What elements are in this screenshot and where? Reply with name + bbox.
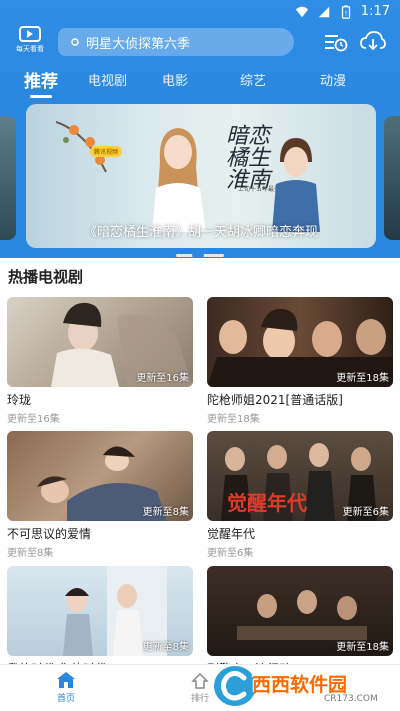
drama-update: 更新至8集 xyxy=(7,548,54,559)
drama-thumbnail[interactable]: 更新至8集 xyxy=(7,431,193,521)
episode-badge: 更新至8集 xyxy=(142,642,189,653)
banner-prev-peek[interactable] xyxy=(0,116,16,240)
tab-tv[interactable]: 电视剧 xyxy=(88,70,127,89)
app-logo-text: 每天看看 xyxy=(16,45,44,53)
category-tabs: 推荐 电视剧 电影 综艺 动漫 xyxy=(0,64,400,100)
drama-title[interactable]: 玲珑 xyxy=(7,391,193,408)
banner-actress-figure xyxy=(152,128,206,232)
carousel-active-dot xyxy=(192,254,204,257)
drama-thumbnail[interactable]: 更新至8集 xyxy=(7,566,193,656)
poster-title-text: 觉醒年代 xyxy=(227,491,307,515)
banner-carousel[interactable]: 腾讯视频 暗恋橘生淮南 上旬十五年最美暗恋 《暗恋橘生淮南》胡一天胡冰卿暗恋奔现 xyxy=(0,104,400,248)
banner-calligraphy-title: 暗恋橘生淮南 xyxy=(226,124,271,193)
episode-badge: 更新至16集 xyxy=(136,373,189,384)
drama-card[interactable]: 更新至18集 刑警之一流行动 xyxy=(207,566,393,677)
search-placeholder: 明星大侦探第六季 xyxy=(86,36,191,52)
battery-icon: ! xyxy=(341,4,350,19)
app-bar: 每天看看 明星大侦探第六季 xyxy=(0,26,400,60)
tv-play-icon xyxy=(19,26,41,42)
episode-badge: 更新至8集 xyxy=(142,507,189,518)
episode-badge: 更新至18集 xyxy=(336,642,389,653)
site-watermark: 西西软件园 CR173.COM xyxy=(214,664,396,708)
drama-update: 更新至18集 xyxy=(207,414,260,425)
history-icon[interactable] xyxy=(324,32,348,52)
drama-title[interactable]: 不可思议的爱情 xyxy=(7,525,193,542)
drama-card[interactable]: 更新至16集 玲珑 更新至16集 xyxy=(7,297,193,425)
watermark-url: CR173.COM xyxy=(324,694,378,704)
drama-thumbnail[interactable]: 更新至16集 xyxy=(7,297,193,387)
wifi-icon xyxy=(295,6,308,17)
drama-title[interactable]: 陀枪师姐2021[普通话版] xyxy=(207,391,393,408)
drama-card[interactable]: 更新至8集 我的时代 你的时代 xyxy=(7,566,193,677)
app-screen: ! 1:17 每天看看 明星大侦探第六季 推荐 电视剧 电影 综艺 动漫 腾讯视… xyxy=(0,0,400,711)
signal-icon xyxy=(318,6,330,17)
tab-movie[interactable]: 电影 xyxy=(162,70,188,89)
status-time: 1:17 xyxy=(360,4,390,19)
drama-title[interactable]: 觉醒年代 xyxy=(207,525,393,542)
nav-home[interactable]: 首页 xyxy=(36,671,96,704)
section-title: 热播电视剧 xyxy=(8,268,84,286)
search-dot-icon xyxy=(71,38,79,46)
episode-badge: 更新至6集 xyxy=(342,507,389,518)
drama-thumbnail[interactable]: 更新至18集 xyxy=(207,297,393,387)
nav-ranking-label: 排行 xyxy=(190,694,209,704)
drama-card[interactable]: 更新至8集 不可思议的爱情 更新至8集 xyxy=(7,431,193,559)
banner-next-peek[interactable] xyxy=(384,116,400,240)
banner-actor-figure xyxy=(272,138,320,232)
cloud-download-icon[interactable] xyxy=(360,30,386,52)
watermark-logo-icon xyxy=(214,666,256,706)
tab-recommend[interactable]: 推荐 xyxy=(24,67,58,92)
drama-thumbnail[interactable]: 更新至18集 xyxy=(207,566,393,656)
episode-badge: 更新至18集 xyxy=(336,373,389,384)
ranking-icon xyxy=(191,672,209,689)
watermark-text: 西西软件园 xyxy=(252,674,348,696)
nav-home-label: 首页 xyxy=(56,694,75,704)
drama-card[interactable]: 觉醒年代 更新至6集 觉醒年代 更新至6集 xyxy=(207,431,393,559)
banner-caption: 《暗恋橘生淮南》胡一天胡冰卿暗恋奔现 xyxy=(83,225,318,240)
svg-text:!: ! xyxy=(344,9,347,17)
banner-source-tag: 腾讯视频 xyxy=(90,146,123,157)
banner-slide[interactable]: 腾讯视频 暗恋橘生淮南 上旬十五年最美暗恋 《暗恋橘生淮南》胡一天胡冰卿暗恋奔现 xyxy=(26,104,376,248)
drama-thumbnail[interactable]: 觉醒年代 更新至6集 xyxy=(207,431,393,521)
tab-variety[interactable]: 综艺 xyxy=(240,70,266,89)
app-logo[interactable]: 每天看看 xyxy=(8,26,52,58)
search-bar[interactable]: 明星大侦探第六季 xyxy=(58,28,294,56)
status-bar: ! 1:17 xyxy=(0,0,400,24)
drama-card[interactable]: 更新至18集 陀枪师姐2021[普通话版] 更新至18集 xyxy=(207,297,393,425)
tab-anime[interactable]: 动漫 xyxy=(320,70,346,89)
drama-update: 更新至16集 xyxy=(7,414,60,425)
watermark-c-icon xyxy=(220,670,247,701)
tab-active-indicator xyxy=(30,95,52,98)
drama-update: 更新至6集 xyxy=(207,548,254,559)
home-icon xyxy=(57,672,75,688)
